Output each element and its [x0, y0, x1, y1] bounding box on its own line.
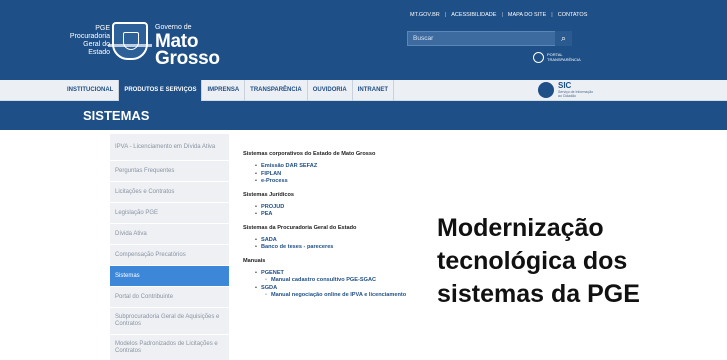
sidebar-menu: IPVA - Licenciamento em Dívida Ativa Per…: [110, 134, 229, 360]
portal-circle-icon: [533, 52, 544, 63]
section-title: Sistemas corporativos do Estado de Mato …: [243, 151, 376, 157]
link-projud[interactable]: PROJUD: [261, 204, 284, 212]
list-item[interactable]: • e-Process: [255, 178, 473, 186]
pge-line: Estado: [88, 49, 110, 56]
toplink-accessibility[interactable]: ACESSIBILIDADE: [451, 12, 496, 18]
gov-line: Grosso: [155, 48, 220, 69]
link-manual-cadastro[interactable]: Manual cadastro consultivo PGE-SGAC: [271, 277, 376, 285]
link-list: • Emissão DAR SEFAZ • FIPLAN • e-Process: [255, 163, 473, 186]
nav-item-imprensa[interactable]: IMPRENSA: [202, 80, 246, 101]
overlay-headline: Modernização tecnológica dos sistemas da…: [437, 212, 727, 311]
sidebar-item-portal-contribuinte[interactable]: Portal do Contribuinte: [110, 287, 229, 308]
main-nav: INSTITUCIONAL PRODUTOS E SERVIÇOS IMPREN…: [0, 80, 727, 101]
sidebar-item-modelos[interactable]: Modelos Padronizados de Licitações e Con…: [110, 335, 229, 360]
sidebar-item-licitacoes[interactable]: Licitações e Contratos: [110, 182, 229, 203]
sic-logo[interactable]: SIC Serviço de Informação ao Cidadão: [538, 82, 593, 98]
divider: |: [444, 12, 447, 18]
list-item[interactable]: • FIPLAN: [255, 171, 473, 179]
sidebar-item-faq[interactable]: Perguntas Frequentes: [110, 161, 229, 182]
bullet: •: [255, 178, 257, 184]
nav-item-transparencia[interactable]: TRANSPARÊNCIA: [245, 80, 308, 101]
sic-icon: [538, 82, 554, 98]
search-button[interactable]: ⌕: [555, 31, 572, 46]
sic-sub-line: ao Cidadão: [558, 94, 576, 98]
headline-line: tecnológica dos: [437, 247, 628, 275]
bullet: •: [255, 170, 257, 177]
link-banco-teses[interactable]: Banco de teses - pareceres: [261, 244, 333, 252]
bullet: •: [255, 244, 257, 250]
sidebar-item-subprocuradoria[interactable]: Subprocuradoria Geral de Aquisições e Co…: [110, 308, 229, 335]
top-links: MT.GOV.BR | ACESSIBILIDADE | MAPA DO SIT…: [410, 12, 587, 18]
pge-line: Procuradoria: [69, 33, 110, 40]
link-emissao-dar[interactable]: Emissão DAR SEFAZ: [261, 163, 317, 171]
nav-item-institucional[interactable]: INSTITUCIONAL: [62, 80, 120, 101]
page-title: SISTEMAS: [83, 108, 150, 123]
link-fiplan[interactable]: FIPLAN: [261, 171, 281, 179]
search-placeholder: Buscar: [413, 35, 434, 42]
bullet: •: [255, 211, 257, 217]
link-eprocess[interactable]: e-Process: [261, 178, 288, 186]
bullet: •: [255, 236, 257, 243]
sidebar-item-sistemas[interactable]: Sistemas: [110, 266, 229, 287]
gov-logo-text[interactable]: Mato Grosso: [155, 32, 220, 69]
link-sgda[interactable]: SGDA: [261, 285, 277, 293]
headline-line: Modernização: [437, 214, 604, 242]
nav-item-ouvidoria[interactable]: OUVIDORIA: [308, 80, 353, 101]
nav-item-intranet[interactable]: INTRANET: [353, 80, 395, 101]
site-header: PGE Procuradoria Geral do Estado Governo…: [0, 0, 727, 80]
sidebar-item-divida-ativa[interactable]: Dívida Ativa: [110, 224, 229, 245]
link-pea[interactable]: PEA: [261, 211, 273, 219]
bullet: ◦: [265, 292, 267, 298]
sidebar-item-ipva[interactable]: IPVA - Licenciamento em Dívida Ativa: [110, 134, 229, 161]
search-input[interactable]: Buscar: [407, 31, 572, 46]
search-icon: ⌕: [560, 33, 567, 43]
headline-line: sistemas da PGE: [437, 280, 640, 308]
section-title: Sistemas Jurídicos: [243, 191, 294, 198]
divider: |: [551, 12, 553, 18]
bullet: •: [255, 269, 257, 276]
toplink-mtgov[interactable]: MT.GOV.BR: [410, 12, 440, 18]
bullet: •: [255, 203, 257, 210]
portal-line: TRANSPARÊNCIA: [547, 56, 581, 62]
pge-line: Geral do: [83, 41, 110, 48]
sic-text: SIC Serviço de Informação ao Cidadão: [558, 81, 593, 99]
list-item[interactable]: • Emissão DAR SEFAZ: [255, 163, 473, 171]
sic-title: SIC: [558, 81, 572, 90]
page-title-bar: SISTEMAS: [0, 101, 727, 130]
link-sada[interactable]: SADA: [261, 237, 277, 245]
list-item[interactable]: • PROJUD: [255, 204, 473, 212]
pge-logo-text[interactable]: PGE Procuradoria Geral do Estado: [60, 25, 110, 57]
portal-transparencia-logo[interactable]: PORTAL TRANSPARÊNCIA: [533, 52, 581, 63]
nav-items: INSTITUCIONAL PRODUTOS E SERVIÇOS IMPREN…: [62, 80, 395, 101]
link-manual-negociacao[interactable]: Manual negociação online de IPVA e licen…: [271, 292, 406, 300]
state-crest-icon[interactable]: [108, 22, 152, 60]
bullet: •: [255, 284, 257, 291]
toplink-contacts[interactable]: CONTATOS: [558, 12, 588, 18]
divider: |: [501, 12, 503, 18]
link-pgenet[interactable]: PGENET: [261, 270, 284, 278]
bullet: ◦: [265, 277, 267, 283]
pge-line: PGE: [95, 25, 110, 32]
portal-text: PORTAL TRANSPARÊNCIA: [547, 52, 581, 62]
sidebar-item-legislacao[interactable]: Legislação PGE: [110, 203, 229, 224]
toplink-sitemap[interactable]: MAPA DO SITE: [508, 12, 546, 18]
gov-label-small: Governo de: [155, 24, 192, 31]
nav-item-produtos-servicos[interactable]: PRODUTOS E SERVIÇOS: [119, 80, 203, 101]
sidebar-item-precatorios[interactable]: Compensação Precatórios: [110, 245, 229, 266]
bullet: •: [255, 163, 257, 169]
